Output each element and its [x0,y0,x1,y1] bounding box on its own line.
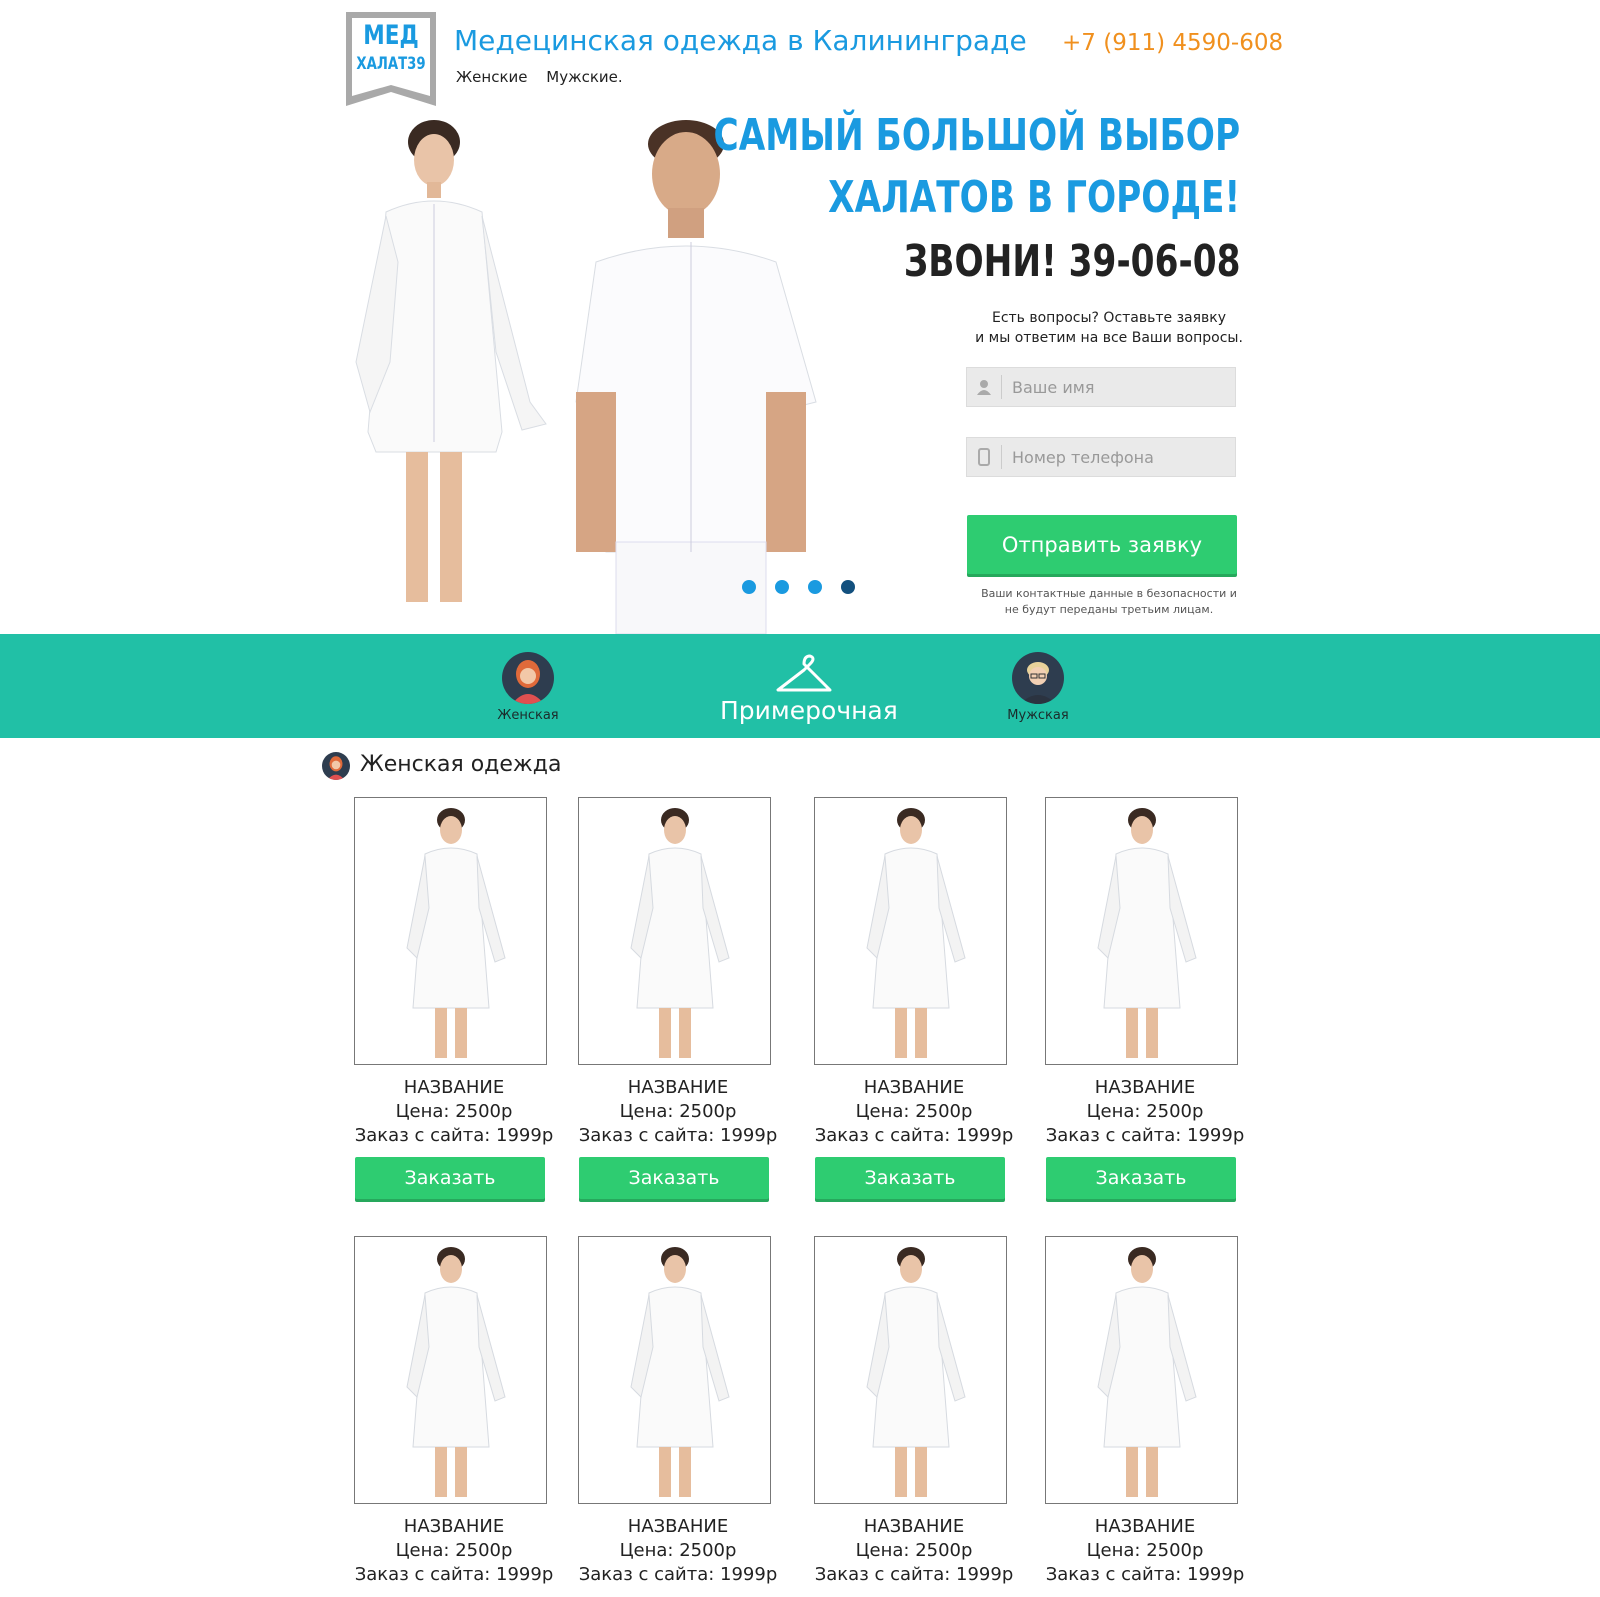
product-name: НАЗВАНИЕ [1094,1077,1196,1098]
name-field[interactable] [966,367,1236,407]
woman-section-icon [322,752,350,780]
product-name: НАЗВАНИЕ [1094,1516,1196,1537]
hero-headline-3: ЗВОНИ! 39-06-08 [903,236,1240,287]
hero-headline-2: ХАЛАТОВ В ГОРОДЕ! [828,172,1240,223]
form-description-line-2: и мы ответим на все Ваши вопросы. [975,330,1243,346]
submit-request-button[interactable]: Отправить заявку [967,515,1237,574]
hanger-icon [774,650,834,702]
site-title: Медецинская одежда в Калининграде [454,24,1027,57]
product-site-price: Заказ с сайта: 1999р [814,1125,1014,1146]
product-name: НАЗВАНИЕ [863,1077,965,1098]
header-phone[interactable]: +7 (911) 4590-608 [1062,30,1283,56]
product-image[interactable] [578,1236,771,1504]
product-site-price: Заказ с сайта: 1999р [1045,1125,1245,1146]
header-nav: Женские Мужские. [456,68,637,86]
product-site-price: Заказ с сайта: 1999р [354,1125,554,1146]
privacy-note-line-2: не будут переданы третьим лицам. [1004,603,1214,616]
privacy-note: Ваши контактные данные в безопасности и … [964,586,1254,618]
phone-input[interactable] [1002,446,1214,468]
user-icon [967,375,1002,399]
slider-dot-4[interactable] [841,580,855,594]
woman-avatar-icon[interactable] [502,652,554,704]
product-site-price: Заказ с сайта: 1999р [578,1564,778,1585]
product-price: Цена: 2500р [619,1540,737,1561]
product-image[interactable] [1045,797,1238,1065]
product-price: Цена: 2500р [855,1101,973,1122]
hero-models-image [346,112,886,635]
category-men-label[interactable]: Мужская [988,708,1088,723]
product-image[interactable] [578,797,771,1065]
product-image[interactable] [354,797,547,1065]
product-name: НАЗВАНИЕ [863,1516,965,1537]
product-site-price: Заказ с сайта: 1999р [354,1564,554,1585]
product-price: Цена: 2500р [1086,1540,1204,1561]
nav-link-men[interactable]: Мужские. [546,68,622,86]
man-avatar-icon[interactable] [1012,652,1064,704]
category-women-label[interactable]: Женская [478,708,578,723]
product-name: НАЗВАНИЕ [627,1077,729,1098]
order-button[interactable]: Заказать [579,1157,769,1199]
product-price: Цена: 2500р [395,1540,513,1561]
hero-headline-1: САМЫЙ БОЛЬШОЙ ВЫБОР [713,110,1240,161]
product-name: НАЗВАНИЕ [403,1516,505,1537]
slider-dot-1[interactable] [742,580,756,594]
order-button[interactable]: Заказать [1046,1157,1236,1199]
product-site-price: Заказ с сайта: 1999р [814,1564,1014,1585]
product-price: Цена: 2500р [855,1540,973,1561]
slider-dot-3[interactable] [808,580,822,594]
product-price: Цена: 2500р [619,1101,737,1122]
product-image[interactable] [354,1236,547,1504]
product-site-price: Заказ с сайта: 1999р [578,1125,778,1146]
logo-word-bottom: ХАЛАТ39 [356,54,426,74]
phone-field[interactable] [966,437,1236,477]
fitting-room-title: Примерочная [720,696,898,725]
nav-link-women[interactable]: Женские [456,68,527,86]
form-description: Есть вопросы? Оставьте заявку и мы ответ… [964,308,1254,348]
product-image[interactable] [814,797,1007,1065]
privacy-note-line-1: Ваши контактные данные в безопасности и [981,587,1237,600]
order-button[interactable]: Заказать [355,1157,545,1199]
product-name: НАЗВАНИЕ [403,1077,505,1098]
product-name: НАЗВАНИЕ [627,1516,729,1537]
product-price: Цена: 2500р [395,1101,513,1122]
form-description-line-1: Есть вопросы? Оставьте заявку [991,310,1227,326]
logo-word-top: МЕД [363,20,419,51]
name-input[interactable] [1002,376,1214,398]
slider-dot-2[interactable] [775,580,789,594]
mobile-phone-icon [967,445,1002,469]
product-image[interactable] [814,1236,1007,1504]
product-site-price: Заказ с сайта: 1999р [1045,1564,1245,1585]
order-button[interactable]: Заказать [815,1157,1005,1199]
product-image[interactable] [1045,1236,1238,1504]
product-price: Цена: 2500р [1086,1101,1204,1122]
section-title: Женская одежда [360,752,562,777]
site-logo[interactable]: МЕД ХАЛАТ39 [346,12,436,106]
